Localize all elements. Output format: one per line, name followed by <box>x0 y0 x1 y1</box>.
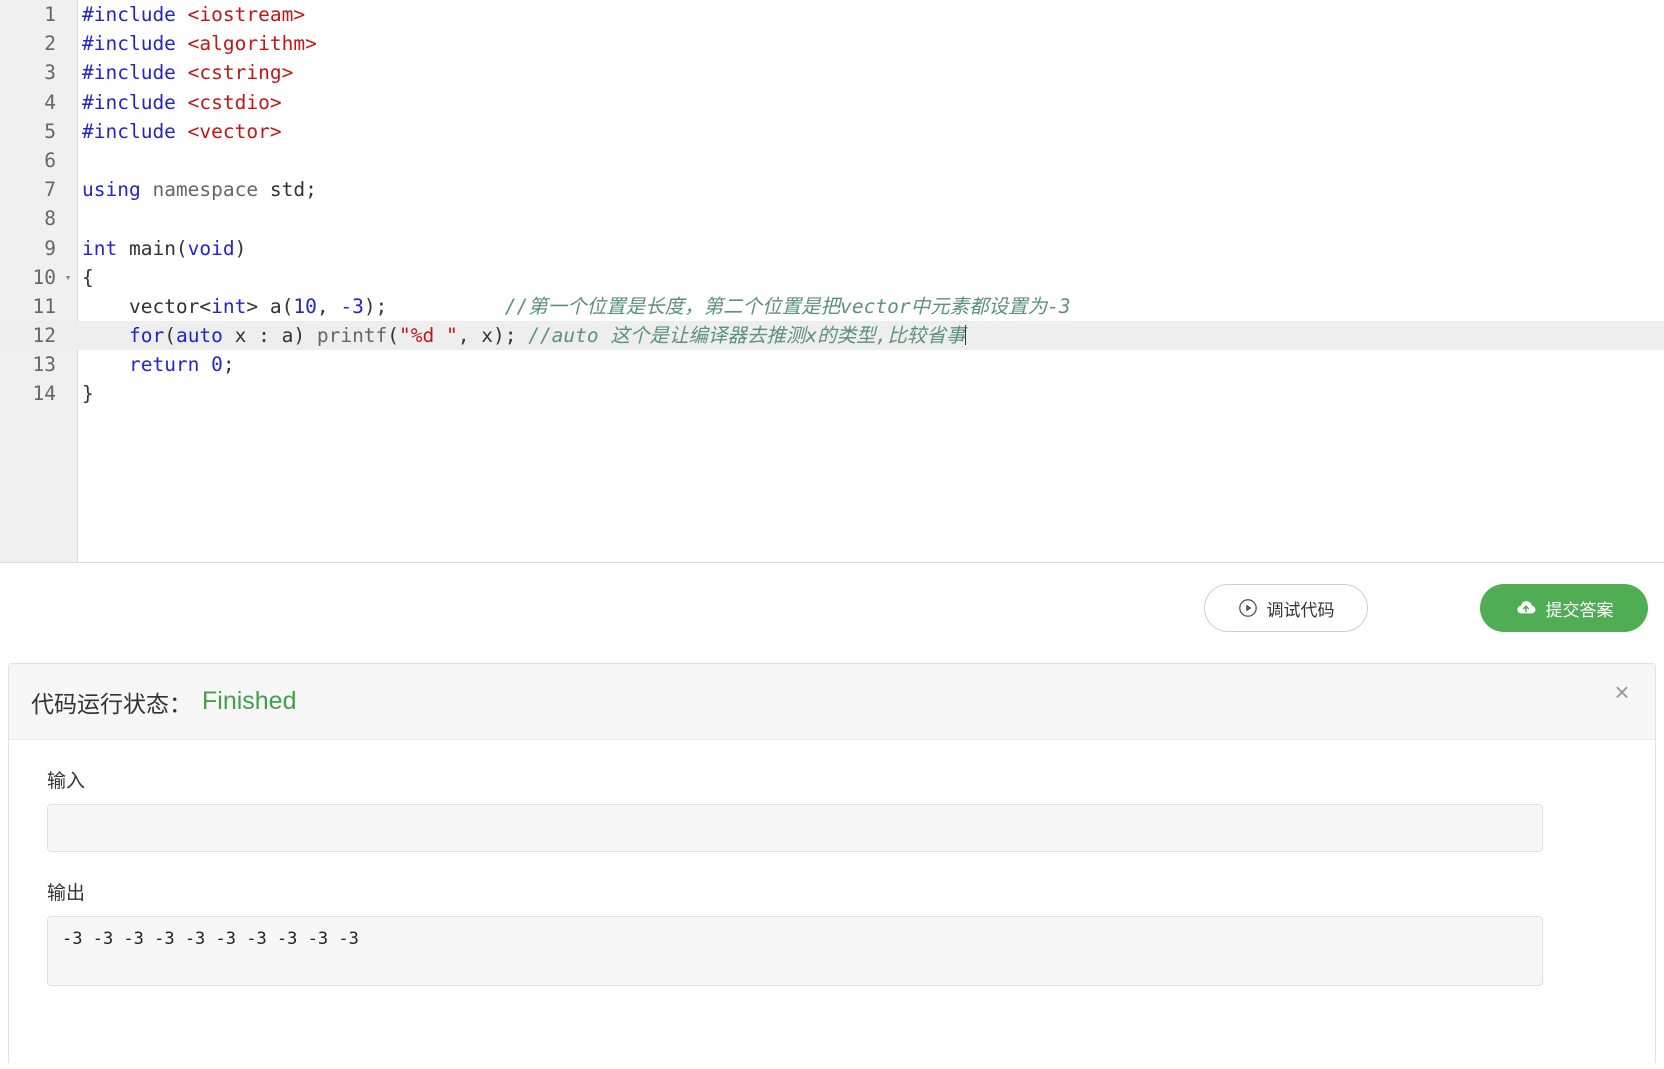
editor-action-bar: 调试代码 提交答案 <box>0 563 1664 663</box>
code-line[interactable]: 1 #include <iostream> <box>0 0 1664 29</box>
line-number: 2 <box>44 32 56 56</box>
status-label: 代码运行状态： <box>31 690 192 717</box>
cloud-upload-icon <box>1515 598 1537 618</box>
text-caret <box>965 325 967 346</box>
line-number: 14 <box>32 382 56 406</box>
input-field[interactable] <box>47 804 1543 852</box>
code-line[interactable]: 13 return 0; <box>0 350 1664 379</box>
code-line[interactable]: 12 for(auto x : a) printf("%d ", x); //a… <box>0 321 1664 351</box>
code-text: int main(void) <box>82 236 247 260</box>
debug-code-label: 调试代码 <box>1266 600 1335 620</box>
code-line[interactable]: 3 #include <cstring> <box>0 58 1664 87</box>
line-number: 10 <box>32 265 56 289</box>
debug-code-button[interactable]: 调试代码 <box>1204 584 1368 632</box>
code-line[interactable]: 11 vector<int> a(10, -3); //第一个位置是长度，第二个… <box>0 292 1664 321</box>
output-label: 输出 <box>47 883 86 904</box>
code-line[interactable]: 7 using namespace std; <box>0 175 1664 204</box>
line-number: 11 <box>32 294 56 318</box>
code-line[interactable]: 2 #include <algorithm> <box>0 29 1664 58</box>
line-number: 6 <box>44 148 56 172</box>
line-number: 3 <box>44 61 56 85</box>
line-number: 1 <box>44 3 56 26</box>
submit-answer-button[interactable]: 提交答案 <box>1480 584 1648 632</box>
code-editor[interactable]: 1 #include <iostream> 2 #include <algorithm… <box>0 0 1664 563</box>
code-text: #include <iostream> <box>82 3 306 26</box>
code-text: using namespace std; <box>82 178 317 202</box>
line-number: 8 <box>44 207 56 231</box>
run-result-body: 输入 输出 -3 -3 -3 -3 -3 -3 -3 -3 -3 -3 <box>9 740 1655 986</box>
code-text: #include <algorithm> <box>82 32 317 56</box>
line-number: 13 <box>32 353 56 377</box>
code-line[interactable]: 4 #include <cstdio> <box>0 88 1664 117</box>
line-number: 5 <box>44 119 56 143</box>
line-number: 7 <box>44 178 56 202</box>
output-area: -3 -3 -3 -3 -3 -3 -3 -3 -3 -3 <box>47 916 1543 986</box>
code-text: { <box>82 265 94 289</box>
code-line[interactable]: 10 ▾ { <box>0 263 1664 292</box>
code-text: vector<int> a(10, -3); //第一个位置是长度，第二个位置是… <box>82 294 1071 318</box>
run-result-header: 代码运行状态： Finished × <box>9 664 1655 740</box>
play-circle-icon <box>1238 598 1258 618</box>
code-text: #include <cstdio> <box>82 90 282 114</box>
status-badge: Finished <box>202 687 297 715</box>
code-text: } <box>82 382 94 406</box>
line-number: 12 <box>32 324 56 348</box>
code-line[interactable]: 14} <box>0 379 1664 408</box>
code-line[interactable]: 8 <box>0 204 1664 233</box>
line-number: 4 <box>44 90 56 114</box>
close-icon[interactable]: × <box>1607 678 1637 708</box>
fold-toggle-icon[interactable]: ▾ <box>62 263 74 292</box>
run-result-panel: 代码运行状态： Finished × 输入 输出 -3 -3 -3 -3 -3 … <box>8 663 1656 1063</box>
code-line[interactable]: 9 int main(void) <box>0 234 1664 263</box>
code-line[interactable]: 5 #include <vector> <box>0 117 1664 146</box>
line-number: 9 <box>44 236 56 260</box>
code-text: return 0; <box>128 353 235 377</box>
input-label: 输入 <box>47 771 86 792</box>
code-lines[interactable]: 1 #include <iostream> 2 #include <algorithm… <box>0 0 1664 409</box>
code-text: #include <vector> <box>82 119 282 143</box>
code-line[interactable]: 6 <box>0 146 1664 175</box>
code-text: #include <cstring> <box>82 61 294 85</box>
submit-answer-label: 提交答案 <box>1545 600 1614 620</box>
code-text: for(auto x : a) printf("%d ", x); //auto… <box>128 324 967 348</box>
